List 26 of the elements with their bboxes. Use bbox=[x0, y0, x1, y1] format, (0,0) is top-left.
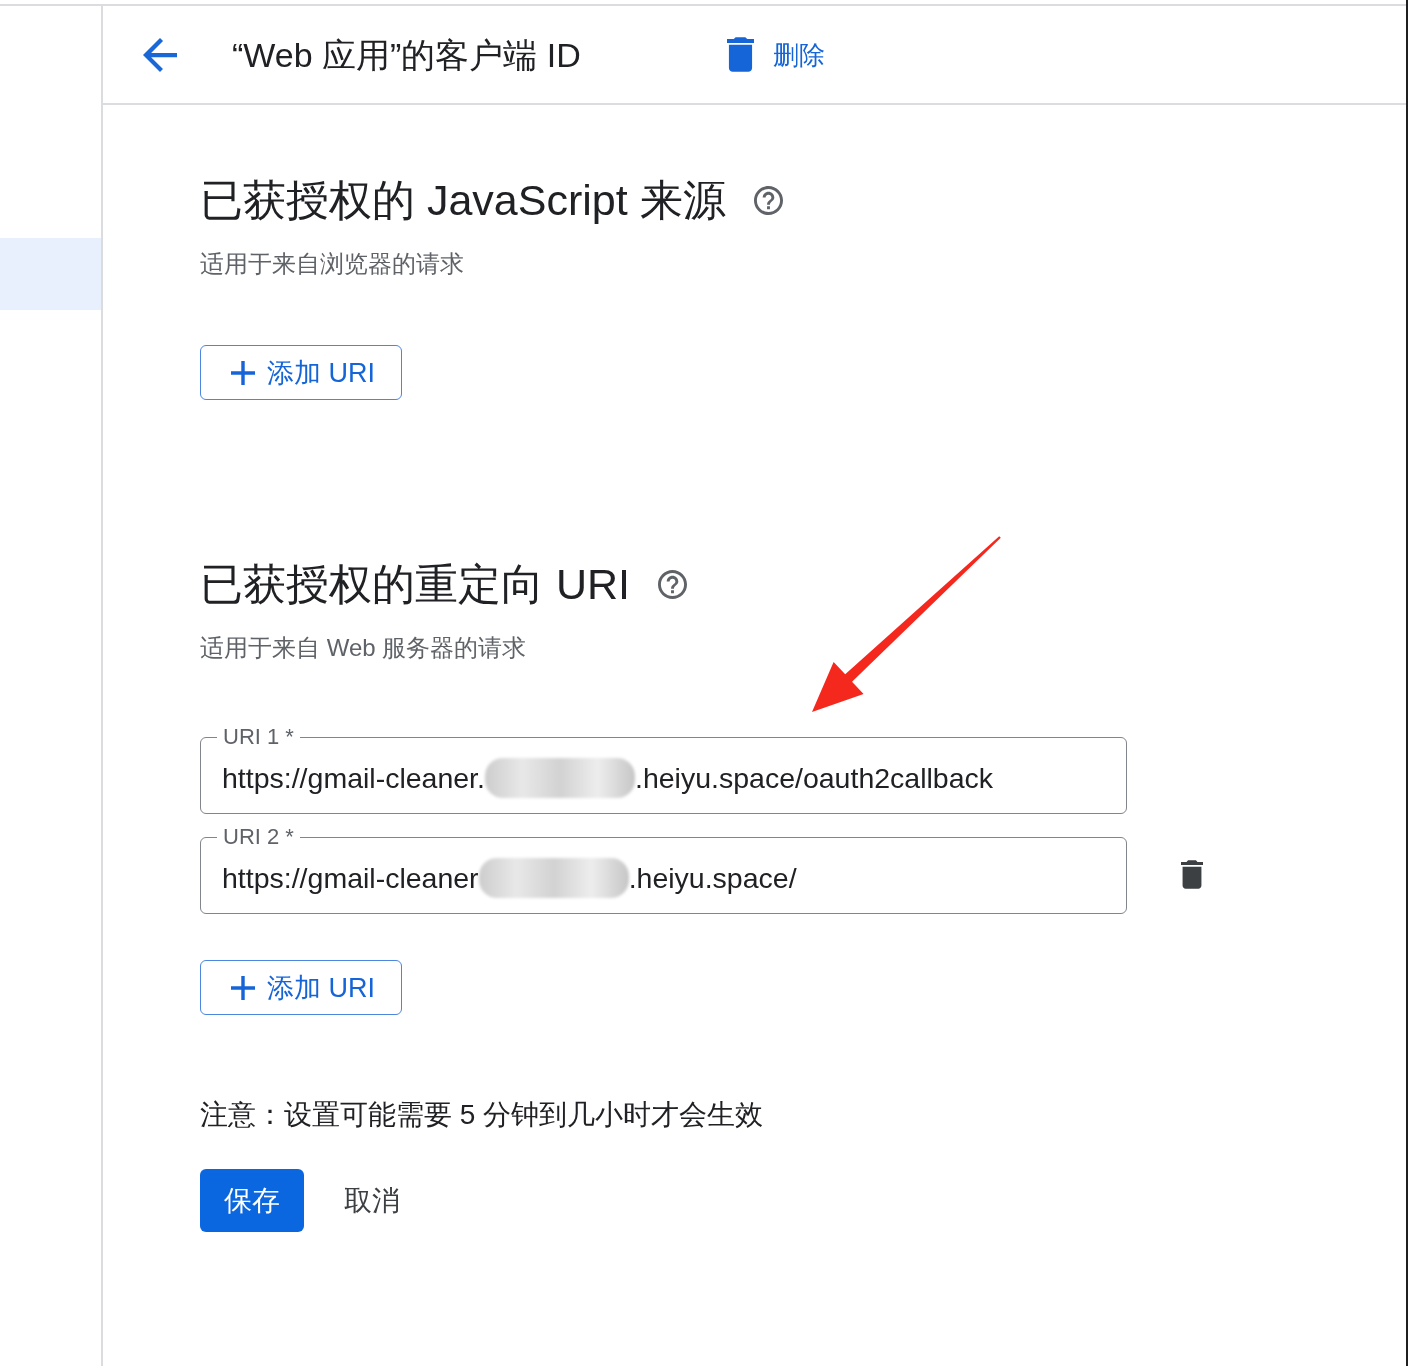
add-uri-button[interactable]: 添加 URI bbox=[200, 960, 402, 1015]
field-label: URI 2 * bbox=[222, 825, 295, 849]
section-title: 已获授权的重定向 URI bbox=[200, 559, 630, 609]
help-icon[interactable] bbox=[753, 185, 783, 215]
field-label: URI 1 * bbox=[222, 725, 295, 749]
page-title: “Web 应用”的客户端 ID bbox=[232, 34, 581, 75]
trash-icon bbox=[1181, 860, 1203, 889]
plus-icon bbox=[231, 975, 255, 1000]
help-icon[interactable] bbox=[658, 569, 687, 599]
field-value: .heiyu.space/oauth2callback bbox=[634, 761, 994, 795]
cancel-button[interactable]: 取消 bbox=[344, 1183, 400, 1218]
delete-button[interactable]: 删除 bbox=[726, 37, 825, 72]
section-subtitle: 适用于来自 Web 服务器的请求 bbox=[200, 633, 527, 663]
back-button[interactable] bbox=[143, 37, 177, 72]
note-text: 注意：设置可能需要 5 分钟到几小时才会生效 bbox=[200, 1098, 764, 1132]
field-value: https://gmail-cleaner. bbox=[222, 761, 485, 795]
back-arrow-icon bbox=[143, 37, 177, 72]
field-value: https://gmail-cleaner bbox=[222, 861, 479, 895]
field-value: .heiyu.space/ bbox=[628, 861, 797, 895]
delete-button[interactable] bbox=[1181, 860, 1203, 889]
trash-icon bbox=[726, 37, 754, 72]
section-subtitle: 适用于来自浏览器的请求 bbox=[200, 249, 464, 279]
add-uri-button[interactable]: 添加 URI bbox=[200, 345, 402, 400]
save-button[interactable]: 保存 bbox=[200, 1169, 304, 1232]
plus-icon bbox=[231, 360, 255, 385]
section-title: 已获授权的 JavaScript 来源 bbox=[200, 175, 726, 225]
